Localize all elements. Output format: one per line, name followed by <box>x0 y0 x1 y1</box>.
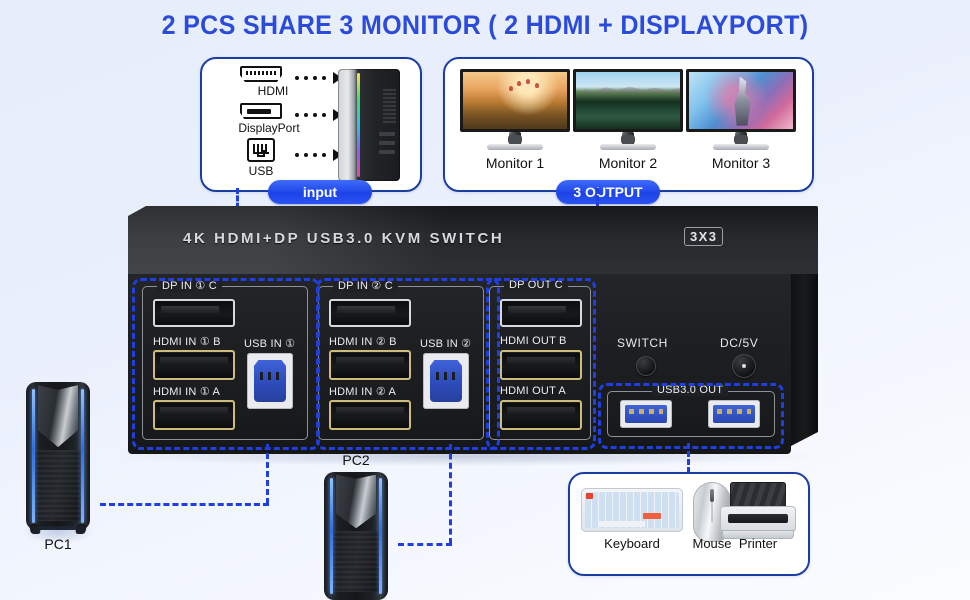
page-title: 2 PCS SHARE 3 MONITOR ( 2 HDMI + DISPLAY… <box>161 10 809 40</box>
infographic-canvas: 2 PCS SHARE 3 MONITOR ( 2 HDMI + DISPLAY… <box>0 0 970 600</box>
pc1-route-horizontal <box>100 503 269 506</box>
pc2-route-horizontal <box>398 543 452 546</box>
hdmi-port-icon <box>240 66 282 82</box>
hdmi-flow-arrow <box>295 72 342 84</box>
displayport-flow-arrow <box>295 109 342 121</box>
monitor-1-label: Monitor 1 <box>485 155 545 171</box>
highlight-output-group <box>486 278 596 450</box>
device-brand-text: 4K HDMI+DP USB3.0 KVM SWITCH <box>183 230 505 247</box>
input-port-displayport-label: DisplayPort <box>238 121 300 135</box>
pc2-label: PC2 <box>342 452 370 468</box>
monitor-2: Monitor 2 <box>573 69 683 171</box>
pc1-route-vertical <box>266 444 269 504</box>
monitor-3-label: Monitor 3 <box>711 155 771 171</box>
printer-label: Printer <box>738 536 778 551</box>
highlight-input-group-1 <box>132 278 320 450</box>
power-label: DC/5V <box>720 336 759 350</box>
monitor-2-label: Monitor 2 <box>598 155 658 171</box>
input-source-panel: HDMI DisplayPort USB <box>200 57 422 192</box>
desktop-tower-image <box>338 69 400 181</box>
switch-button[interactable] <box>636 356 656 376</box>
keyboard-label: Keyboard <box>604 536 660 551</box>
input-port-usb-label: USB <box>248 164 274 178</box>
input-badge: input <box>268 180 372 204</box>
pc1-tower <box>20 382 96 544</box>
device-right-side <box>791 274 818 446</box>
keyboard-icon <box>581 488 683 532</box>
dc-power-jack[interactable] <box>732 354 756 378</box>
monitor-3: Monitor 3 <box>686 69 796 171</box>
printer-icon <box>720 482 796 540</box>
switch-label: SWITCH <box>617 336 668 350</box>
monitor-2-screen <box>573 69 683 132</box>
output-monitors-panel: Monitor 1 Monitor 2 Monitor 3 <box>443 57 814 192</box>
displayport-port-icon <box>240 103 282 119</box>
monitor-3-screen <box>686 69 796 132</box>
input-port-hdmi-label: HDMI <box>257 84 289 98</box>
pc2-route-vertical <box>449 444 452 544</box>
monitor-1: Monitor 1 <box>460 69 570 171</box>
peripherals-panel: Keyboard Mouse Printer <box>568 472 810 576</box>
output-badge: 3 OUTPUT <box>556 180 660 204</box>
highlight-input-group-2 <box>316 278 500 450</box>
pc1-label: PC1 <box>44 536 72 552</box>
monitor-1-screen <box>460 69 570 132</box>
highlight-usb-out-group <box>598 383 784 449</box>
usb-flow-arrow <box>295 149 342 161</box>
usb-port-icon <box>247 138 275 162</box>
device-model-badge: 3X3 <box>684 227 724 246</box>
peripherals-route-vertical <box>687 443 690 473</box>
pc2-tower <box>324 472 388 600</box>
